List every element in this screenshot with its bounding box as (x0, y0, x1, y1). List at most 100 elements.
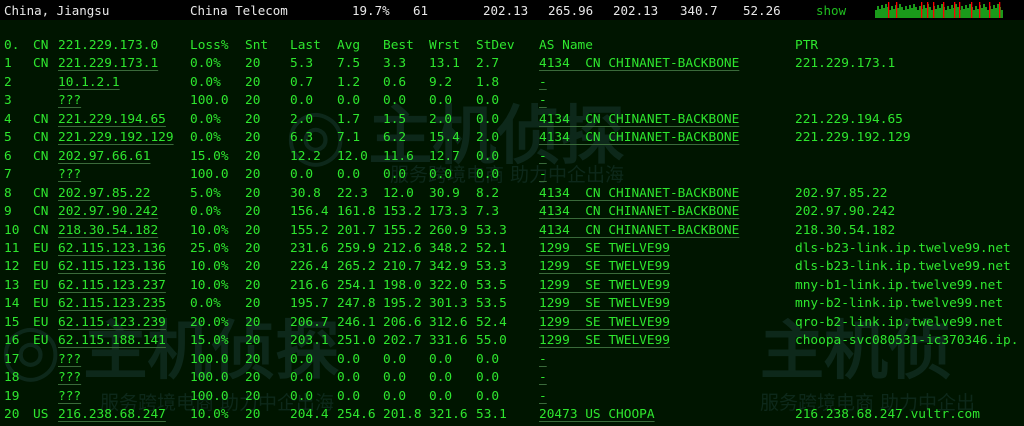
cell-wrst: 12.7 (429, 148, 460, 164)
cell-loss: 100.0 (190, 167, 229, 183)
cell-idx: 3 (4, 93, 12, 109)
summary-avg: 265.96 (548, 3, 594, 18)
graph-bar (923, 5, 925, 18)
cell-avg: 246.1 (337, 314, 376, 330)
cell-snt: 20 (245, 74, 261, 90)
cell-last: 226.4 (290, 259, 329, 275)
cell-snt: 20 (245, 93, 261, 109)
cell-idx: 12 (4, 259, 20, 275)
cell-host[interactable]: 216.238.68.247 (58, 407, 166, 422)
cell-host[interactable]: 202.97.66.61 (58, 149, 150, 164)
cell-idx: 18 (4, 370, 20, 386)
cell-last: 204.4 (290, 407, 329, 422)
cell-cc: EU (33, 333, 49, 349)
summary-loss: 19.7% (352, 3, 390, 18)
cell-snt: 20 (245, 185, 261, 201)
table-row: 14 EU 62.115.123.235 0.0% 20 195.7 247.8 195.2 3… (0, 296, 1024, 314)
cell-wrst: 0.0 (429, 93, 453, 109)
cell-host[interactable]: 218.30.54.182 (58, 223, 158, 238)
cell-best: 195.2 (383, 296, 422, 312)
header-idx: 0. (4, 38, 20, 53)
graph-bar (917, 10, 919, 18)
cell-as: - (539, 74, 547, 90)
cell-best: 0.0 (383, 167, 407, 183)
graph-bar (957, 7, 959, 18)
cell-as: 1299 SE TWELVE99 (539, 277, 670, 293)
cell-wrst: 30.9 (429, 185, 460, 201)
table-row: 9 CN 202.97.90.242 0.0% 20 156.4 161.8 153.2 173… (0, 204, 1024, 222)
cell-snt: 20 (245, 277, 261, 293)
cell-host[interactable]: 62.115.123.136 (58, 259, 166, 274)
graph-bar (941, 4, 943, 18)
cell-best: 0.0 (383, 388, 407, 404)
cell-as: - (539, 148, 547, 164)
cell-avg: 22.3 (337, 185, 368, 201)
cell-host[interactable]: 221.229.173.1 (58, 56, 158, 71)
cell-host[interactable]: ??? (58, 352, 81, 367)
cell-cc: EU (33, 296, 49, 312)
table-row: 8 CN 202.97.85.22 5.0% 20 30.8 22.3 12.0 30.9 8.2… (0, 186, 1024, 204)
cell-wrst: 0.0 (429, 351, 453, 367)
graph-bar (995, 8, 997, 18)
cell-last: 0.0 (290, 388, 314, 404)
cell-idx: 1 (4, 56, 12, 72)
cell-cc: CN (33, 222, 49, 238)
isp: China Telecom (190, 3, 288, 18)
cell-host[interactable]: 62.115.123.239 (58, 315, 166, 330)
graph-bar (963, 9, 965, 18)
cell-as: - (539, 388, 547, 404)
cell-loss: 10.0% (190, 222, 229, 238)
cell-host[interactable]: 10.1.2.1 (58, 75, 120, 90)
cell-host[interactable]: 62.115.123.136 (58, 241, 166, 256)
cell-host[interactable]: 202.97.85.22 (58, 186, 150, 201)
cell-avg: 12.0 (337, 148, 368, 164)
graph-bar (985, 7, 987, 18)
cell-host[interactable]: ??? (58, 389, 81, 404)
graph-loss-mark (954, 2, 956, 18)
header-host: 221.229.173.0 (58, 38, 159, 53)
cell-as: 4134 CN CHINANET-BACKBONE (539, 222, 740, 238)
cell-idx: 7 (4, 167, 12, 183)
header-wrst: Wrst (429, 38, 460, 53)
cell-host[interactable]: 221.229.194.65 (58, 112, 166, 127)
graph-bar (885, 4, 887, 18)
cell-host[interactable]: 62.115.123.235 (58, 296, 166, 311)
cell-as: 20473 US CHOOPA (539, 407, 655, 422)
cell-host[interactable]: 221.229.192.129 (58, 130, 174, 145)
cell-host[interactable]: ??? (58, 370, 81, 385)
cell-cc: CN (33, 56, 49, 72)
cell-host[interactable]: ??? (58, 93, 81, 108)
cell-avg: 161.8 (337, 204, 376, 220)
table-row: 4 CN 221.229.194.65 0.0% 20 2.0 1.7 1.5 2.0 0.0 41… (0, 112, 1024, 130)
table-row: 16 EU 62.115.188.141 15.0% 20 203.1 251.0 202.7… (0, 333, 1024, 351)
graph-bar (983, 4, 985, 18)
graph-bar (925, 8, 927, 18)
cell-host[interactable]: ??? (58, 167, 81, 182)
cell-host[interactable]: 62.115.123.237 (58, 278, 166, 293)
cell-avg: 7.1 (337, 130, 361, 146)
cell-ptr: dls-b23-link.ip.twelve99.net (795, 259, 1011, 275)
cell-snt: 20 (245, 333, 261, 349)
graph-bar (961, 6, 963, 18)
cell-as: 4134 CN CHINANET-BACKBONE (539, 111, 740, 127)
cell-host[interactable]: 202.97.90.242 (58, 204, 158, 219)
table-row: 3??? 100.0 20 0.0 0.0 0.0 0.0 0.0 - (0, 93, 1024, 111)
graph-loss-mark (927, 2, 929, 18)
graph-bar (911, 8, 913, 18)
cell-avg: 1.7 (337, 111, 361, 127)
cell-last: 195.7 (290, 296, 329, 312)
graph-bar (935, 9, 937, 18)
summary-best: 202.13 (613, 3, 659, 18)
cell-avg: 251.0 (337, 333, 376, 349)
cell-cc: EU (33, 240, 49, 256)
cell-host[interactable]: 62.115.188.141 (58, 333, 166, 348)
cell-as: 4134 CN CHINANET-BACKBONE (539, 204, 740, 220)
cell-snt: 20 (245, 351, 261, 367)
graph-loss-mark (943, 2, 945, 18)
show-link[interactable]: show (816, 3, 846, 18)
table-row: 18??? 100.0 20 0.0 0.0 0.0 0.0 0.0 - (0, 370, 1024, 388)
cell-last: 6.3 (290, 130, 314, 146)
cell-stdev: 0.0 (476, 388, 500, 404)
cell-wrst: 342.9 (429, 259, 468, 275)
graph-bar (881, 5, 883, 18)
